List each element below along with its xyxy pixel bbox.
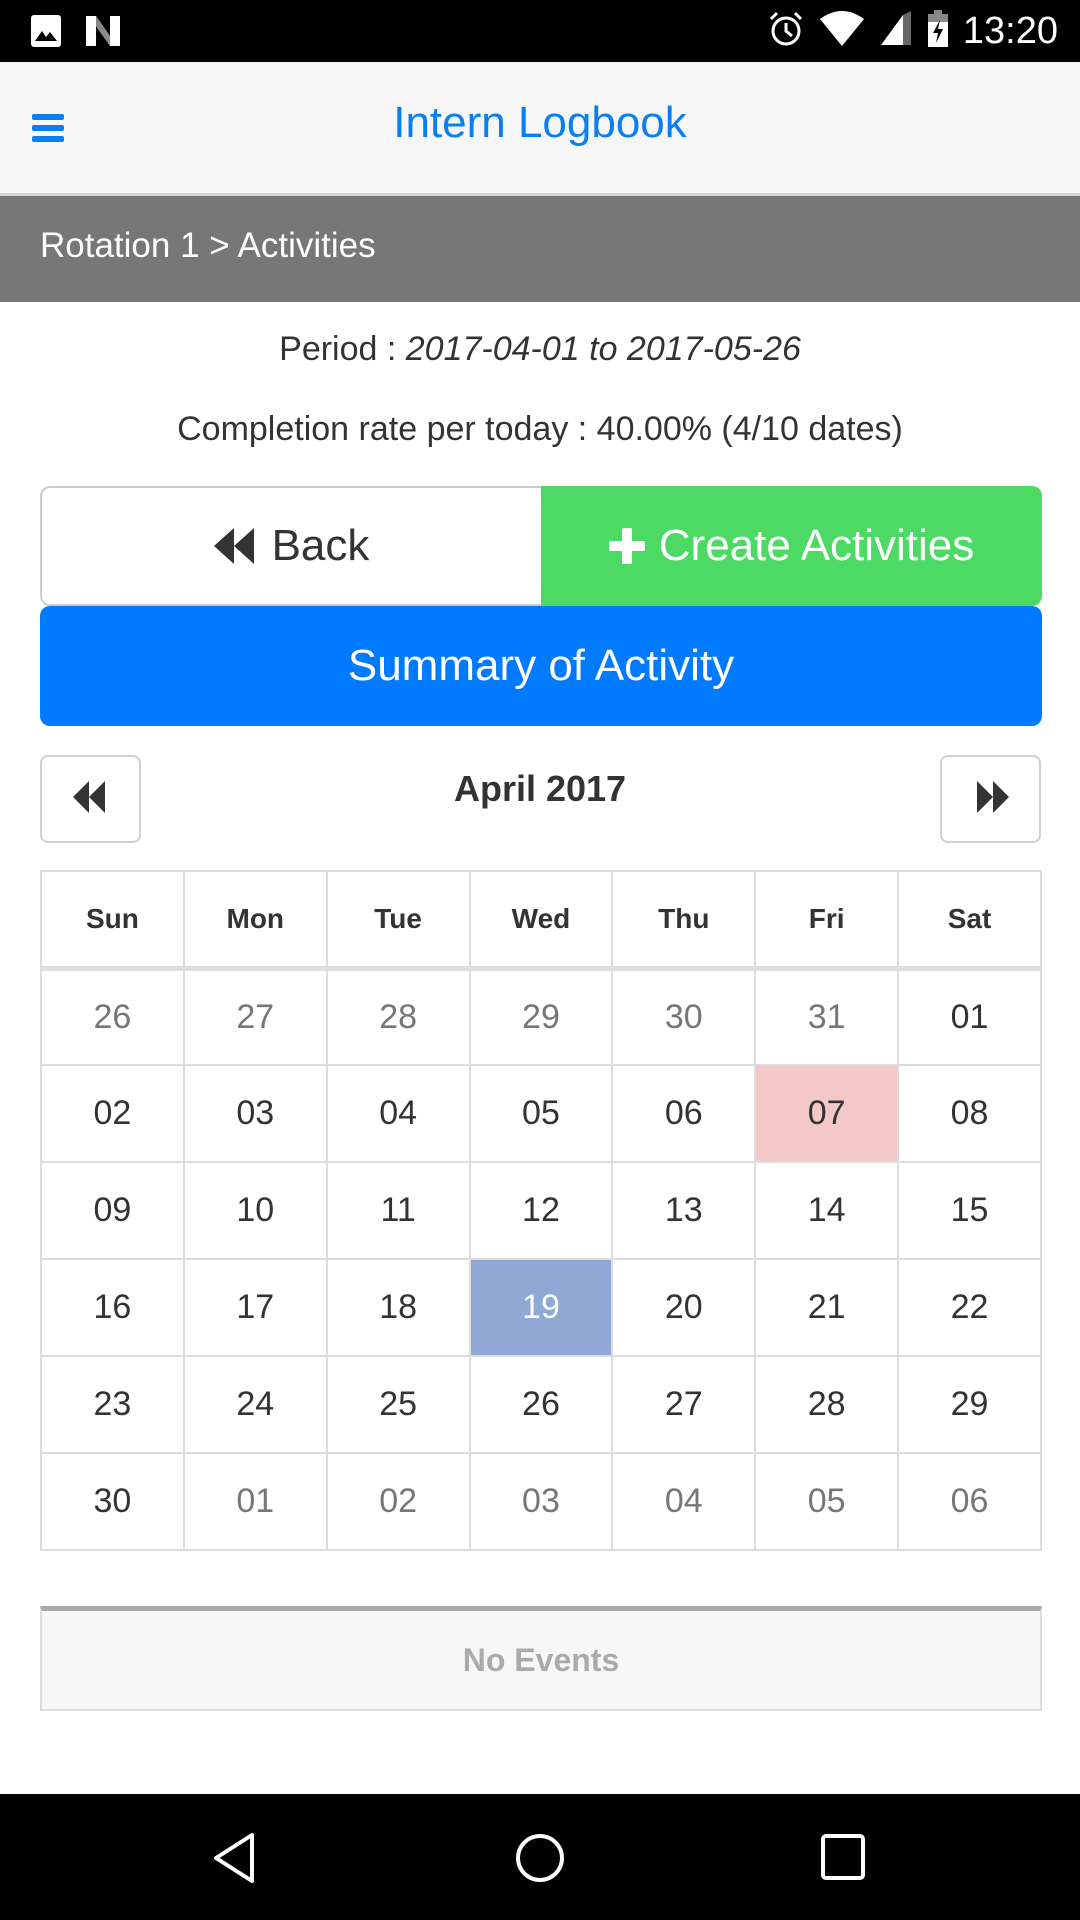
calendar-day[interactable]: 11 (325, 1161, 471, 1260)
month-label: April 2017 (453, 768, 627, 809)
calendar-day[interactable]: 26 (40, 967, 185, 1066)
weekday-header-row: Sun Mon Tue Wed Thu Fri Sat (40, 870, 1042, 969)
calendar-day[interactable]: 17 (182, 1258, 328, 1357)
events-panel: No Events (40, 1606, 1042, 1711)
weekday-header: Sat (897, 870, 1042, 969)
calendar-day[interactable]: 28 (754, 1355, 900, 1454)
calendar-day[interactable]: 02 (325, 1452, 471, 1551)
calendar-day[interactable]: 21 (754, 1258, 900, 1357)
n-notification-icon (84, 14, 124, 53)
forward-icon (973, 780, 1009, 818)
calendar-day[interactable]: 26 (468, 1355, 614, 1454)
recents-nav-icon[interactable] (820, 1832, 866, 1889)
calendar-day[interactable]: 29 (468, 967, 614, 1066)
calendar-day[interactable]: 13 (611, 1161, 757, 1260)
create-activities-button[interactable]: Create Activities (541, 486, 1042, 606)
calendar-day[interactable]: 30 (40, 1452, 185, 1551)
calendar-day[interactable]: 22 (897, 1258, 1042, 1357)
calendar-day-absent[interactable]: 07 (754, 1064, 900, 1163)
calendar-day[interactable]: 23 (40, 1355, 185, 1454)
weekday-header: Thu (611, 870, 757, 969)
calendar-day[interactable]: 20 (611, 1258, 757, 1357)
create-activities-label: Create Activities (658, 521, 975, 570)
weekday-header: Fri (754, 870, 900, 969)
calendar-day[interactable]: 04 (611, 1452, 757, 1551)
calendar-week-row: 02 03 04 05 06 07 08 (40, 1064, 1042, 1163)
calendar-day[interactable]: 18 (325, 1258, 471, 1357)
calendar-day[interactable]: 02 (40, 1064, 185, 1163)
calendar-day[interactable]: 01 (182, 1452, 328, 1551)
breadcrumb: Rotation 1 > Activities (0, 196, 1080, 302)
calendar-day[interactable]: 10 (182, 1161, 328, 1260)
calendar-day[interactable]: 09 (40, 1161, 185, 1260)
app-title: Intern Logbook (393, 98, 687, 147)
battery-charging-icon (927, 9, 949, 53)
calendar-week-row: 30 01 02 03 04 05 06 (40, 1452, 1042, 1551)
back-button-label: Back (271, 521, 370, 570)
calendar-week-row: 23 24 25 26 27 28 29 (40, 1355, 1042, 1454)
plus-icon (608, 528, 645, 564)
double-chevron-left-icon (213, 526, 258, 566)
calendar-day[interactable]: 30 (611, 967, 757, 1066)
weekday-header: Mon (182, 870, 328, 969)
weekday-header: Wed (468, 870, 614, 969)
calendar-day[interactable]: 05 (468, 1064, 614, 1163)
wifi-icon (819, 10, 865, 52)
calendar-day[interactable]: 05 (754, 1452, 900, 1551)
completion-rate-text: Completion rate per today : 40.00% (4/10… (177, 410, 903, 448)
period-value: 2017-04-01 to 2017-05-26 (405, 330, 801, 368)
summary-of-activity-button[interactable]: Summary of Activity (40, 606, 1042, 726)
home-nav-icon[interactable] (514, 1832, 566, 1889)
no-events-text: No Events (462, 1641, 620, 1678)
calendar-day[interactable]: 31 (754, 967, 900, 1066)
calendar-week-row: 26 27 28 29 30 31 01 (40, 967, 1042, 1066)
calendar-day-today[interactable]: 19 (468, 1258, 614, 1357)
system-navigation-bar (0, 1794, 1080, 1920)
weekday-header: Tue (325, 870, 471, 969)
calendar-day[interactable]: 12 (468, 1161, 614, 1260)
calendar-day[interactable]: 14 (754, 1161, 900, 1260)
calendar-day[interactable]: 04 (325, 1064, 471, 1163)
calendar-day[interactable]: 03 (468, 1452, 614, 1551)
status-time: 13:20 (962, 9, 1058, 52)
calendar-day[interactable]: 01 (897, 967, 1042, 1066)
calendar-day[interactable]: 06 (611, 1064, 757, 1163)
weekday-header: Sun (40, 870, 185, 969)
back-button[interactable]: Back (40, 486, 541, 606)
back-nav-icon[interactable] (212, 1832, 258, 1889)
summary-button-label: Summary of Activity (347, 641, 735, 690)
calendar-day[interactable]: 29 (897, 1355, 1042, 1454)
cell-signal-icon (879, 10, 913, 52)
alarm-icon (767, 10, 805, 53)
calendar-day[interactable]: 27 (611, 1355, 757, 1454)
app-header: Intern Logbook (0, 62, 1080, 196)
next-month-button[interactable] (940, 755, 1041, 843)
calendar-day[interactable]: 16 (40, 1258, 185, 1357)
calendar-day[interactable]: 24 (182, 1355, 328, 1454)
period-label: Period : (279, 330, 406, 368)
calendar-grid: Sun Mon Tue Wed Thu Fri Sat 26 27 28 29 30 31… (40, 870, 1042, 1551)
calendar-day[interactable]: 03 (182, 1064, 328, 1163)
status-bar: 13:20 (0, 0, 1080, 62)
calendar-day[interactable]: 25 (325, 1355, 471, 1454)
period-text: Period : 2017-04-01 to 2017-05-26 (0, 330, 1080, 369)
image-notification-icon (30, 14, 62, 53)
calendar-day[interactable]: 06 (897, 1452, 1042, 1551)
calendar-week-row: 09 10 11 12 13 14 15 (40, 1161, 1042, 1260)
calendar-day[interactable]: 28 (325, 967, 471, 1066)
action-button-row: Back Create Activities (40, 486, 1042, 606)
calendar-day[interactable]: 27 (182, 967, 328, 1066)
calendar-day[interactable]: 08 (897, 1064, 1042, 1163)
calendar-week-row: 16 17 18 19 20 21 22 (40, 1258, 1042, 1357)
calendar-day[interactable]: 15 (897, 1161, 1042, 1260)
